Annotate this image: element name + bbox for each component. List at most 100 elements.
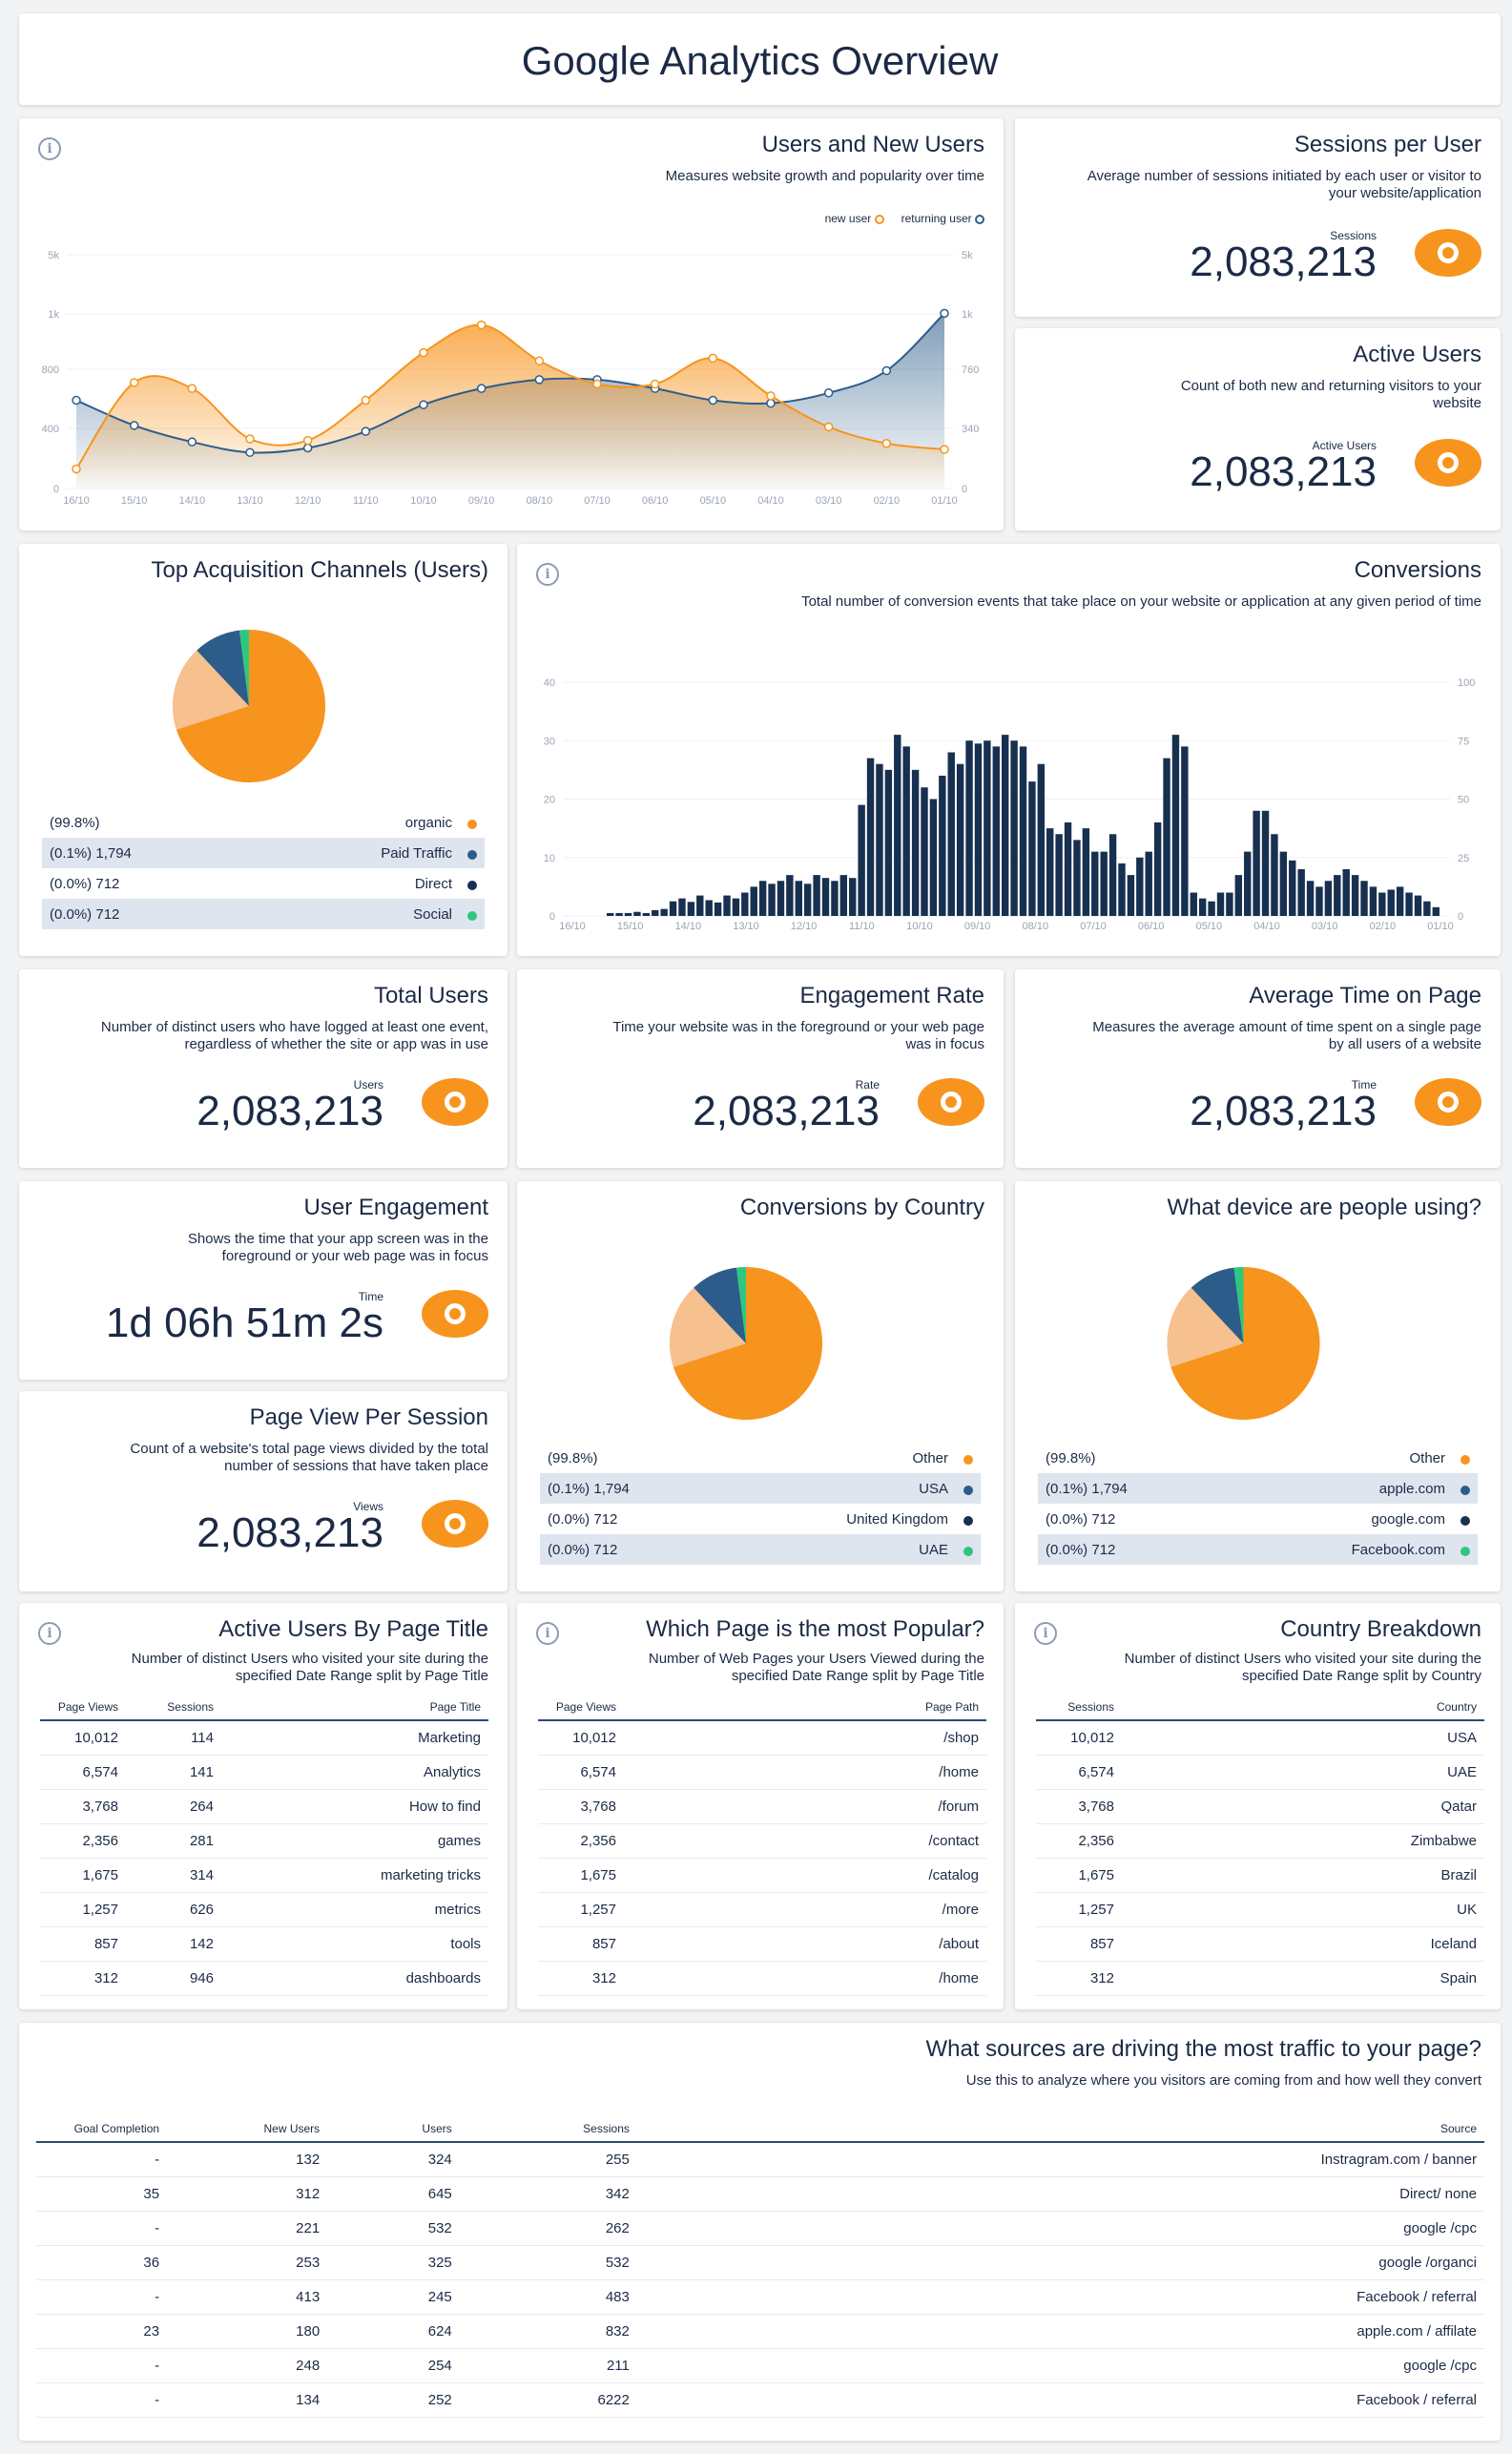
bar[interactable] [1360,881,1368,916]
table-row[interactable]: 1,675 314 marketing tricks [40,1858,488,1893]
table-row[interactable]: 1,257 626 metrics [40,1892,488,1927]
eye-icon[interactable] [918,1078,984,1126]
data-point[interactable] [361,426,371,436]
table-row[interactable]: -413 245 483 Facebook / referral [36,2279,1484,2315]
bar[interactable] [633,911,641,916]
data-point[interactable] [245,434,255,444]
bar[interactable] [902,746,910,916]
table-row[interactable]: 857 142 tools [40,1926,488,1962]
data-point[interactable] [476,384,487,393]
bar[interactable] [858,804,865,916]
table-row[interactable]: 10,012 USA [1036,1720,1484,1756]
legend-row[interactable]: (0.0%) 712 google.com [1038,1504,1478,1534]
table-row[interactable]: 2,356/contact [538,1823,986,1859]
table-row[interactable]: -132 324 255 Instragram.com / banner [36,2142,1484,2177]
column-header[interactable]: Page Path [624,1695,986,1721]
info-icon[interactable]: i [536,1622,559,1645]
bar[interactable] [624,912,632,916]
data-point[interactable] [823,388,834,398]
bar[interactable] [714,902,722,916]
bar[interactable] [894,735,901,916]
bar[interactable] [939,776,946,916]
bar[interactable] [1208,901,1215,916]
bar[interactable] [1064,822,1072,916]
bar[interactable] [1289,860,1296,916]
legend-row[interactable]: (99.8%) Other [1038,1443,1478,1473]
bar[interactable] [1046,828,1054,916]
bar[interactable] [803,884,812,916]
table-row[interactable]: 23 180 624 832 apple.com / affilate [36,2314,1484,2349]
bar[interactable] [741,892,749,917]
bar[interactable] [849,878,857,916]
bar[interactable] [642,912,651,916]
bar[interactable] [947,752,955,917]
table-row[interactable]: 857/about [538,1926,986,1962]
bar[interactable] [1297,869,1305,916]
bar[interactable] [884,769,893,916]
bar[interactable] [1136,857,1144,916]
table-row[interactable]: 1,675 Brazil [1036,1858,1484,1893]
legend-row[interactable]: (0.1%) 1,794 USA [540,1473,981,1504]
bar[interactable] [1019,746,1027,916]
bar[interactable] [1432,906,1440,916]
data-point[interactable] [823,422,834,432]
eye-icon[interactable] [422,1290,488,1338]
bar[interactable] [607,912,614,916]
bar[interactable] [1234,875,1243,916]
bar[interactable] [1055,834,1063,916]
bar[interactable] [1369,886,1377,916]
table-row[interactable]: 857 Iceland [1036,1926,1484,1962]
bar[interactable] [1037,763,1046,916]
bar[interactable] [1315,886,1323,916]
bar[interactable] [1334,875,1341,916]
bar[interactable] [992,746,1000,916]
bar[interactable] [1396,886,1404,916]
table-row[interactable]: 6,574 141 Analytics [40,1755,488,1790]
bar[interactable] [795,881,802,916]
legend-row[interactable]: (0.1%) 1,794 Paid Traffic [42,838,485,868]
bar[interactable] [1082,828,1090,916]
table-row[interactable]: 1,257 UK [1036,1892,1484,1927]
legend-row[interactable]: (0.0%) 712 Facebook.com [1038,1534,1478,1565]
bar[interactable] [696,895,704,916]
table-row[interactable]: 3,768 Qatar [1036,1789,1484,1824]
bar[interactable] [1351,875,1359,916]
bar[interactable] [669,901,677,916]
data-point[interactable] [650,379,660,389]
bar[interactable] [1181,746,1189,916]
bar[interactable] [1100,851,1108,916]
table-row[interactable]: 10,012 114 Marketing [40,1720,488,1756]
column-header[interactable]: Users [327,2116,460,2143]
bar[interactable] [911,769,920,916]
bar[interactable] [839,875,848,916]
bar[interactable] [723,895,731,916]
table-row[interactable]: 312/home [538,1961,986,1996]
data-point[interactable] [419,400,428,409]
data-point[interactable] [187,437,197,447]
legend-row[interactable]: (0.0%) 712 United Kingdom [540,1504,981,1534]
column-header[interactable]: Goal Completion [36,2116,168,2143]
bar[interactable] [866,758,875,916]
bar[interactable] [1190,892,1197,917]
bar[interactable] [1324,881,1333,916]
bar[interactable] [768,884,776,916]
bar[interactable] [1342,869,1350,916]
data-point[interactable] [708,353,718,364]
bar[interactable] [1271,834,1278,916]
data-point[interactable] [361,395,371,406]
bar[interactable] [615,912,623,916]
column-header[interactable]: Page Title [221,1695,488,1721]
table-row[interactable]: 1,257/more [538,1892,986,1927]
data-point[interactable] [940,445,949,454]
bar[interactable] [1378,892,1386,917]
column-header[interactable]: Sessions [1036,1695,1122,1721]
eye-icon[interactable] [422,1078,488,1126]
data-point[interactable] [302,443,313,453]
bar[interactable] [813,875,820,916]
bar[interactable] [1405,892,1413,917]
data-point[interactable] [476,320,487,330]
bar[interactable] [1108,834,1117,916]
data-point[interactable] [881,365,892,376]
table-row[interactable]: 1,675/catalog [538,1858,986,1893]
bar[interactable] [732,898,740,916]
